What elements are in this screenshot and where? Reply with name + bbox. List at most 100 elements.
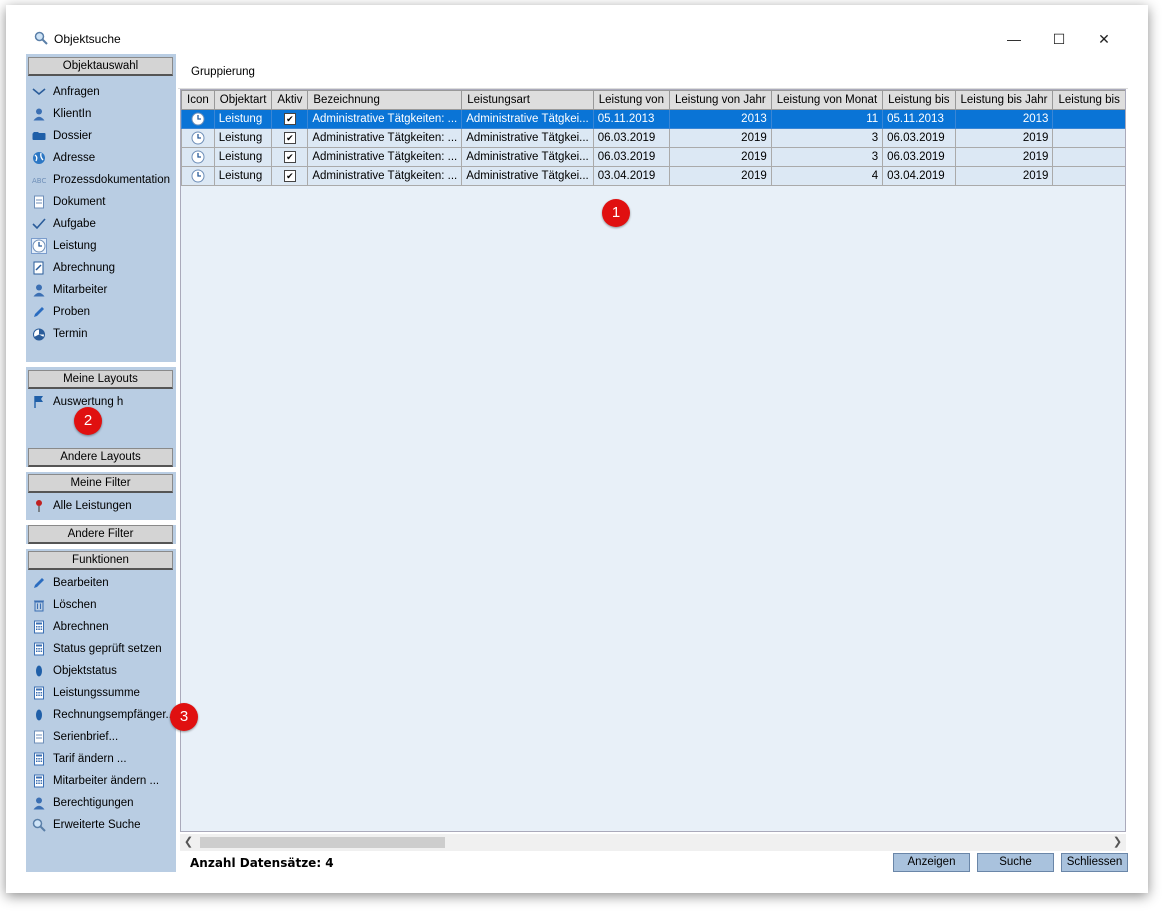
sidebar-item-prozessdokumentation[interactable]: ABC Prozessdokumentation: [30, 170, 172, 190]
aktiv-checkbox[interactable]: ✔: [283, 113, 296, 125]
cell-aktiv[interactable]: ✔: [271, 147, 309, 167]
person-icon: [32, 107, 46, 121]
sidebar-item-label: Proben: [53, 306, 91, 318]
column-header-aktiv[interactable]: Aktiv: [271, 90, 309, 110]
cell-bis-jahr: 2019: [954, 166, 1054, 186]
sidebar-item-label: Adresse: [53, 152, 96, 164]
column-header-leistung-von-jahr[interactable]: Leistung von Jahr: [668, 90, 772, 110]
aktiv-checkbox[interactable]: ✔: [283, 132, 296, 144]
sidebar-item-label: Status geprüft setzen: [53, 643, 162, 655]
maximize-button[interactable]: ☐: [1039, 27, 1079, 51]
sidebar-item-abrechnung[interactable]: Abrechnung: [30, 258, 172, 278]
sidebar-item-alle-leistungen[interactable]: Alle Leistungen: [30, 496, 172, 516]
schliessen-button[interactable]: Schliessen: [1061, 853, 1128, 872]
sidebar-item-abrechnen[interactable]: Abrechnen: [30, 617, 172, 637]
cell-bezeichnung: Administrative Tätgkeiten: ...: [307, 147, 463, 167]
results-grid[interactable]: Icon Objektart Aktiv Bezeichnung Leistungsar…: [180, 89, 1126, 832]
cell-von-monat: 3: [770, 147, 884, 167]
search-icon: [34, 31, 48, 45]
objektauswahl-header[interactable]: Objektauswahl: [28, 57, 173, 76]
sidebar-item-leistungssumme[interactable]: Leistungssumme: [30, 683, 172, 703]
column-header-objektart[interactable]: Objektart: [213, 90, 273, 110]
sidebar-item-adresse[interactable]: Adresse: [30, 148, 172, 168]
sidebar-item-serienbrief[interactable]: Serienbrief...: [30, 727, 172, 747]
sidebar-item-bearbeiten[interactable]: Bearbeiten: [30, 573, 172, 593]
cell-aktiv[interactable]: ✔: [271, 109, 309, 129]
andere-filter-header[interactable]: Andere Filter: [28, 525, 173, 544]
envelope-icon: [32, 85, 46, 99]
column-header-leistung-bis-jahr[interactable]: Leistung bis Jahr: [954, 90, 1054, 110]
sidebar-item-label: Serienbrief...: [53, 731, 119, 743]
anzeigen-button[interactable]: Anzeigen: [893, 853, 970, 872]
sidebar-item-anfragen[interactable]: Anfragen: [30, 82, 172, 102]
cell-objektart: Leistung: [213, 166, 273, 186]
results-table: Icon Objektart Aktiv Bezeichnung Leistungsar…: [181, 90, 1125, 186]
sidebar-item-termin[interactable]: Termin: [30, 324, 172, 344]
aktiv-checkbox[interactable]: ✔: [283, 170, 296, 182]
minimize-button[interactable]: —: [994, 27, 1034, 51]
sidebar-item-leistung[interactable]: Leistung: [30, 236, 172, 256]
cell-bis: 06.03.2019: [882, 128, 956, 148]
andere-layouts-header[interactable]: Andere Layouts: [28, 448, 173, 467]
abc-icon: ABC: [32, 173, 46, 187]
table-row[interactable]: Leistung ✔ Administrative Tätgkeiten: ... A…: [181, 109, 1125, 129]
cell-aktiv[interactable]: ✔: [271, 166, 309, 186]
sidebar-item-auswertung-h[interactable]: Auswertung h: [30, 392, 172, 412]
sidebar-item-aufgabe[interactable]: Aufgabe: [30, 214, 172, 234]
sidebar-item-label: Abrechnung: [53, 262, 116, 274]
sidebar-item-proben[interactable]: Proben: [30, 302, 172, 322]
table-row[interactable]: Leistung ✔ Administrative Tätgkeiten: ... A…: [181, 128, 1125, 148]
callout-badge-1: 1: [602, 199, 630, 227]
main-panel: Gruppierung Icon Objektart Aktiv Bezeichnun…: [178, 54, 1128, 872]
sidebar-item-label: Leistung: [53, 240, 97, 252]
sidebar-item-dossier[interactable]: Dossier: [30, 126, 172, 146]
cell-von-monat: 11: [770, 109, 884, 129]
funktionen-header[interactable]: Funktionen: [28, 551, 173, 570]
sidebar-item-status-geprueft-setzen[interactable]: Status geprüft setzen: [30, 639, 172, 659]
cell-bis-jahr: 2019: [954, 128, 1054, 148]
grouping-area[interactable]: Gruppierung: [178, 54, 1128, 89]
cell-bis: 06.03.2019: [882, 147, 956, 167]
cell-von-monat: 3: [770, 128, 884, 148]
sidebar-item-loeschen[interactable]: Löschen: [30, 595, 172, 615]
sidebar-item-berechtigungen[interactable]: Berechtigungen: [30, 793, 172, 813]
horizontal-scrollbar[interactable]: ❮ ❯: [180, 834, 1126, 851]
calculator-icon: [32, 686, 46, 700]
sidebar-item-erweiterte-suche[interactable]: Erweiterte Suche: [30, 815, 172, 835]
cell-aktiv[interactable]: ✔: [271, 128, 309, 148]
sidebar-item-rechnungsempfaenger[interactable]: Rechnungsempfänger...: [30, 705, 175, 725]
sidebar-item-objektstatus[interactable]: Objektstatus: [30, 661, 172, 681]
pen-icon: [32, 576, 46, 590]
meine-filter-header[interactable]: Meine Filter: [28, 474, 173, 493]
sidebar-item-label: Tarif ändern ...: [53, 753, 127, 765]
close-button[interactable]: ✕: [1084, 27, 1124, 51]
column-header-bezeichnung[interactable]: Bezeichnung: [307, 90, 463, 110]
table-row[interactable]: Leistung ✔ Administrative Tätgkeiten: ... A…: [181, 166, 1125, 186]
sidebar-item-label: Anfragen: [53, 86, 100, 98]
suche-button[interactable]: Suche: [977, 853, 1054, 872]
column-header-leistung-bis[interactable]: Leistung bis: [1052, 90, 1125, 110]
sidebar-item-mitarbeiter[interactable]: Mitarbeiter: [30, 280, 172, 300]
clock-icon: [191, 150, 205, 164]
scroll-left-icon[interactable]: ❮: [180, 834, 197, 851]
sidebar-item-tarif-aendern[interactable]: Tarif ändern ...: [30, 749, 172, 769]
column-header-leistungsart[interactable]: Leistungsart: [461, 90, 594, 110]
cell-bis-jahr: 2019: [954, 147, 1054, 167]
cell-bezeichnung: Administrative Tätgkeiten: ...: [307, 128, 463, 148]
scroll-right-icon[interactable]: ❯: [1109, 834, 1126, 851]
column-header-leistung-von[interactable]: Leistung von: [592, 90, 670, 110]
checkmark-icon: [32, 217, 46, 231]
column-header-leistung-bis[interactable]: Leistung bis: [882, 90, 956, 110]
sidebar-item-label: Termin: [53, 328, 88, 340]
scroll-thumb[interactable]: [200, 837, 445, 848]
column-header-icon[interactable]: Icon: [181, 90, 215, 110]
sidebar-item-klientin[interactable]: KlientIn: [30, 104, 172, 124]
aktiv-checkbox[interactable]: ✔: [283, 151, 296, 163]
calculator-icon: [32, 752, 46, 766]
sidebar-item-dokument[interactable]: Dokument: [30, 192, 172, 212]
column-header-leistung-von-monat[interactable]: Leistung von Monat: [770, 90, 884, 110]
sidebar-item-mitarbeiter-aendern[interactable]: Mitarbeiter ändern ...: [30, 771, 172, 791]
table-row[interactable]: Leistung ✔ Administrative Tätgkeiten: ... A…: [181, 147, 1125, 167]
meine-layouts-header[interactable]: Meine Layouts: [28, 370, 173, 389]
cell-von-jahr: 2019: [668, 128, 772, 148]
